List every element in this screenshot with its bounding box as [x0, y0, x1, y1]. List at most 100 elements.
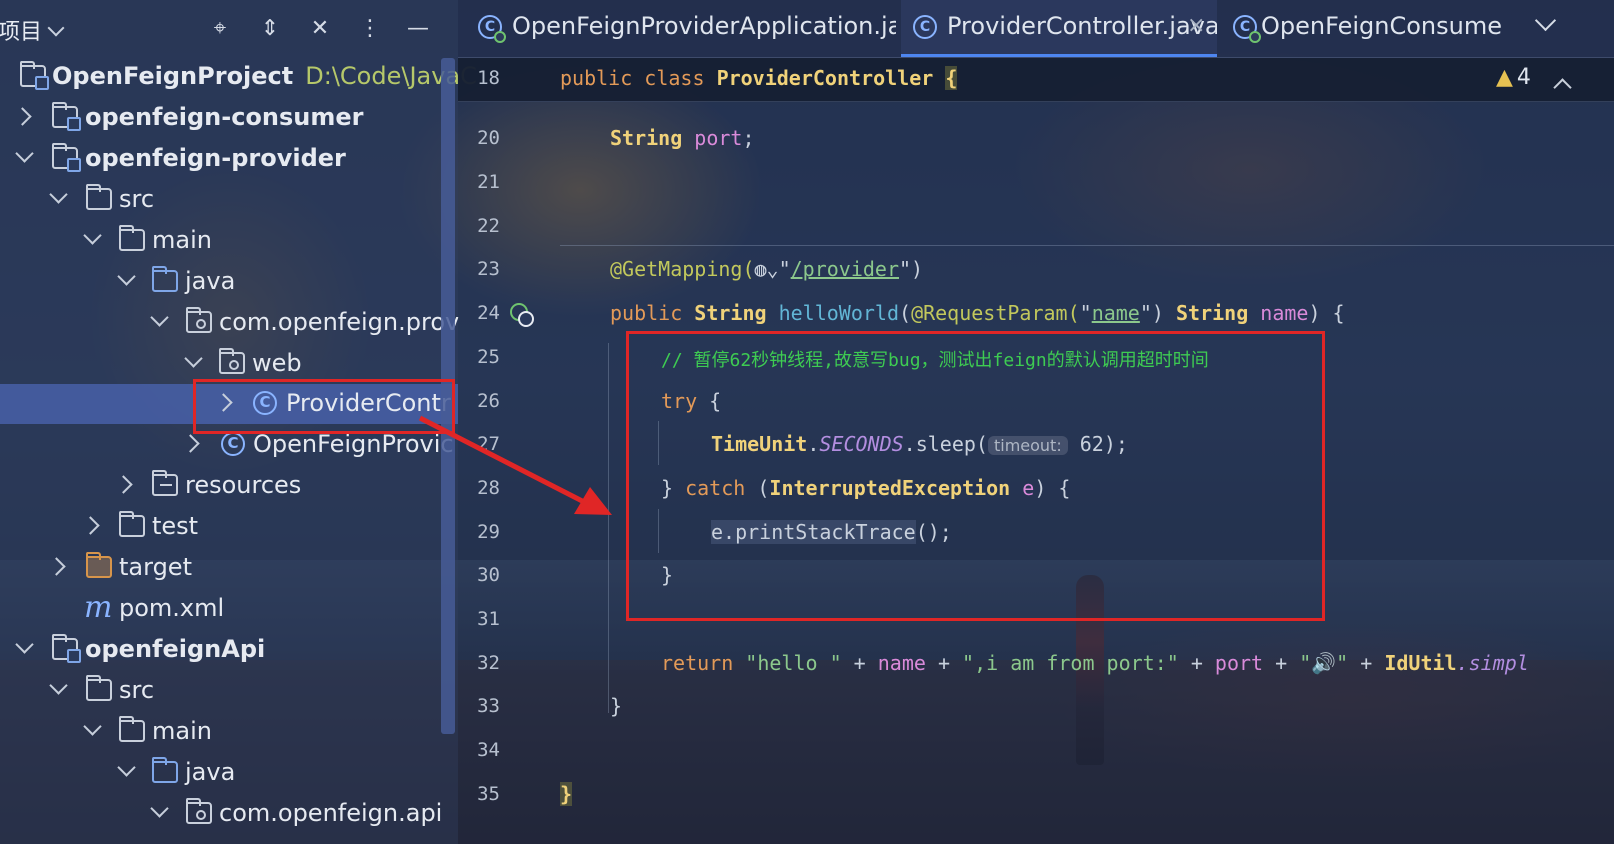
tree-item-java[interactable]: java: [0, 262, 458, 302]
tree-item-main[interactable]: main: [0, 221, 458, 261]
tree-item-openfeign-api[interactable]: openfeignApi: [0, 630, 458, 670]
tree-item-target[interactable]: target: [0, 548, 458, 588]
chevron-down-icon[interactable]: [15, 144, 34, 163]
tree-item-openfeign-provider[interactable]: openfeign-provider: [0, 139, 458, 179]
tab-label: OpenFeignProviderApplication.java: [512, 12, 896, 40]
tree-item-api-java[interactable]: java: [0, 753, 458, 793]
minimize-icon[interactable]: —: [403, 14, 433, 44]
maven-icon: m: [84, 590, 113, 625]
tab-label: OpenFeignConsumerAp: [1261, 12, 1503, 40]
chevron-down-icon[interactable]: [15, 635, 34, 654]
tree-item-package-provider[interactable]: com.openfeign.prov: [0, 303, 459, 343]
more-options-icon[interactable]: ⋮: [355, 14, 385, 44]
tree-item-openfeign-consumer[interactable]: openfeign-consumer: [0, 98, 458, 138]
close-icon[interactable]: ×: [1187, 13, 1205, 38]
module-folder-icon: [52, 102, 81, 131]
tree-item-label: main: [152, 226, 212, 254]
chevron-right-icon[interactable]: [13, 107, 32, 126]
method-separator: [560, 245, 1614, 246]
tree-item-label: resources: [185, 471, 302, 499]
annotation-highlight-code-block: [626, 331, 1325, 621]
tree-item-label: pom.xml: [119, 594, 225, 622]
folder-icon: [86, 184, 112, 210]
tree-item-label: OpenFeignProvic: [253, 430, 454, 458]
tree-item-web[interactable]: web: [0, 344, 458, 384]
code-line-35: }: [560, 782, 573, 806]
tab-openfeign-consumer-application[interactable]: C OpenFeignConsumerAp: [1223, 0, 1503, 57]
chevron-up-icon[interactable]: [1553, 78, 1572, 97]
tree-item-label: target: [119, 553, 192, 581]
tab-openfeign-provider-application[interactable]: C OpenFeignProviderApplication.java: [466, 0, 896, 57]
expand-all-icon[interactable]: ⇕: [255, 14, 285, 44]
endpoint-gutter-icon[interactable]: [510, 303, 534, 327]
tree-item-label: com.openfeign.api: [219, 799, 443, 827]
tree-item-root-project[interactable]: OpenFeignProject D:\Code\JavaC: [0, 57, 477, 97]
tree-item-label: src: [119, 185, 155, 213]
chevron-right-icon[interactable]: [181, 434, 200, 453]
indent-guide: [608, 343, 609, 713]
chevron-down-icon[interactable]: [1534, 9, 1557, 32]
warning-icon[interactable]: ▲ 4: [1496, 65, 1531, 90]
line-number: 24: [477, 302, 500, 324]
spring-app-class-icon: C: [478, 15, 506, 43]
annotation-highlight-tree-item: [193, 379, 455, 434]
package-icon: [219, 348, 245, 374]
tree-item-label: openfeign-consumer: [85, 103, 364, 131]
tab-label: ProviderController.java: [947, 12, 1217, 40]
line-number: 18: [477, 67, 500, 89]
line-number: 28: [477, 477, 500, 499]
line-number: 35: [477, 783, 500, 805]
folder-icon: [119, 716, 145, 742]
project-panel-header: 项目 ⌖ ⇕ ✕ ⋮ —: [0, 0, 458, 58]
chevron-down-icon[interactable]: [150, 799, 169, 818]
chevron-down-icon[interactable]: [83, 717, 102, 736]
line-number: 26: [477, 390, 500, 412]
warning-count: 4: [1516, 65, 1531, 90]
chevron-right-icon[interactable]: [47, 557, 66, 576]
source-folder-icon: [152, 757, 178, 783]
code-line-class-declaration: public class ProviderController {: [560, 66, 958, 90]
tree-item-pom[interactable]: m pom.xml: [0, 589, 458, 629]
chevron-down-icon[interactable]: [150, 308, 169, 327]
project-panel-title[interactable]: 项目: [0, 14, 42, 46]
excluded-folder-icon: [86, 552, 112, 578]
chevron-down-icon[interactable]: [117, 267, 136, 286]
chevron-down-icon[interactable]: [49, 676, 68, 695]
line-number: 27: [477, 433, 500, 455]
module-folder-icon: [52, 634, 81, 663]
module-folder-icon: [20, 61, 49, 90]
tab-provider-controller[interactable]: C ProviderController.java ×: [901, 0, 1217, 57]
line-number: 21: [477, 171, 500, 193]
tree-item-label: main: [152, 717, 212, 745]
chevron-down-icon[interactable]: [47, 19, 65, 37]
chevron-down-icon[interactable]: [49, 185, 68, 204]
tree-item-resources[interactable]: resources: [0, 466, 458, 506]
locate-icon[interactable]: ⌖: [205, 14, 235, 44]
web-globe-icon[interactable]: ◍⌄: [755, 257, 779, 281]
tree-item-label: src: [119, 676, 155, 704]
spring-app-class-icon: C: [1233, 15, 1261, 43]
tree-item-package-api[interactable]: com.openfeign.api: [0, 794, 458, 834]
collapse-all-icon[interactable]: ✕: [305, 14, 335, 44]
tree-item-api-main[interactable]: main: [0, 712, 458, 752]
folder-icon: [86, 675, 112, 701]
tree-item-test[interactable]: test: [0, 507, 458, 547]
tree-item-label: openfeign-provider: [85, 144, 346, 172]
tree-item-label: web: [252, 349, 302, 377]
module-folder-icon: [52, 143, 81, 172]
chevron-down-icon[interactable]: [117, 758, 136, 777]
tree-item-label: test: [152, 512, 199, 540]
editor-tabs: C OpenFeignProviderApplication.java C Pr…: [458, 0, 1614, 58]
code-line-24: public String helloWorld(@RequestParam("…: [610, 301, 1345, 325]
tree-item-api-src[interactable]: src: [0, 671, 458, 711]
code-line-20: String port;: [610, 126, 755, 150]
tree-item-label: java: [185, 267, 236, 295]
tree-item-src[interactable]: src: [0, 180, 458, 220]
sticky-scroll-header: 18 public class ProviderController { ▲ 4: [458, 57, 1614, 102]
chevron-down-icon[interactable]: [184, 349, 203, 368]
line-number: 23: [477, 258, 500, 280]
chevron-right-icon[interactable]: [81, 516, 100, 535]
code-line-32: return "hello " + name + ",i am from por…: [661, 651, 1529, 675]
chevron-down-icon[interactable]: [83, 226, 102, 245]
chevron-right-icon[interactable]: [114, 475, 133, 494]
